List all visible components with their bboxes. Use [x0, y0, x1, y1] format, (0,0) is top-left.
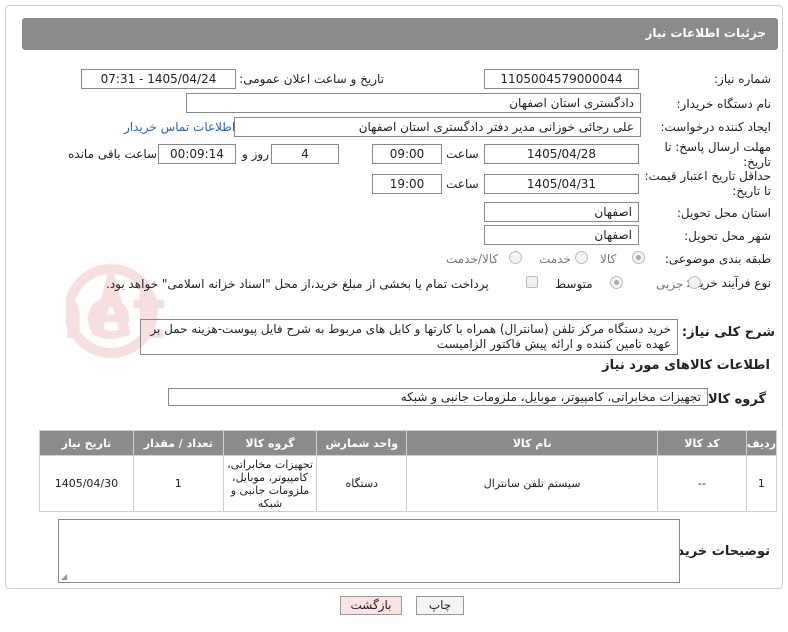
cell-row: 1: [745, 455, 778, 512]
buyer-contact-link[interactable]: اطلاعات تماس خریدار: [124, 120, 235, 134]
province-label: استان محل تحویل:: [676, 206, 771, 220]
category-option-goods: کالا: [600, 252, 617, 266]
price-validity-label-1: حداقل تاریخ اعتبار قیمت:: [644, 169, 771, 183]
process-radio-medium[interactable]: [610, 276, 623, 289]
col-row: ردیف: [745, 430, 778, 456]
deadline-label-1: مهلت ارسال پاسخ: تا: [664, 140, 771, 154]
goods-group-label: گروه کالا:: [702, 392, 766, 407]
creator-field[interactable]: علی رجائی خوزانی مدیر دفتر دادگستری استا…: [234, 117, 641, 137]
cell-group-line: کامپیوتر، موبایل،: [232, 470, 308, 484]
table-header-row: ردیف کد کالا نام کالا واحد شمارش گروه کا…: [39, 430, 778, 456]
cell-date: 1405/04/30: [39, 455, 134, 512]
col-qty: تعداد / مقدار: [132, 430, 224, 456]
announce-field[interactable]: 1405/04/24 - 07:31: [81, 69, 236, 89]
province-field[interactable]: اصفهان: [484, 202, 639, 222]
category-option-service: خدمت: [539, 252, 571, 266]
back-button[interactable]: بازگشت: [340, 596, 402, 615]
price-validity-label-2: تا تاریخ:: [732, 184, 771, 198]
buyer-org-label: نام دستگاه خریدار:: [676, 97, 772, 111]
process-option-medium: متوسط: [555, 277, 593, 291]
payment-checkbox[interactable]: [526, 276, 538, 288]
print-button[interactable]: چاپ: [416, 596, 464, 615]
buyer-org-field[interactable]: دادگستری استان اصفهان: [186, 93, 641, 113]
general-desc-field[interactable]: خرید دستگاه مرکز تلفن (سانترال) همراه با…: [140, 319, 678, 355]
details-panel: AriaTender.net جزئیات اطلاعات نیاز شماره…: [5, 5, 783, 589]
category-radio-goods[interactable]: [632, 251, 645, 264]
process-option-minor: جزیی: [656, 277, 684, 291]
cell-name: سیستم تلفن سانترال: [406, 455, 659, 512]
goods-table: ردیف کد کالا نام کالا واحد شمارش گروه کا…: [39, 430, 778, 512]
cell-group-line: ملزومات جانبی و: [230, 483, 310, 497]
col-date: تاریخ نیاز: [39, 430, 134, 456]
category-radio-both[interactable]: [509, 251, 522, 264]
category-radio-service[interactable]: [575, 251, 588, 264]
price-time-field[interactable]: 19:00: [372, 174, 442, 194]
price-time-label: ساعت: [446, 177, 479, 191]
remaining-time-field[interactable]: 00:09:14: [158, 144, 236, 164]
deadline-label-2: تاریخ:: [743, 155, 771, 169]
resize-handle-icon[interactable]: ◢: [61, 572, 67, 581]
goods-info-title: اطلاعات کالاهای مورد نیاز: [602, 358, 770, 373]
cell-qty: 1: [132, 455, 224, 512]
announce-label: تاریخ و ساعت اعلان عمومی:: [239, 72, 384, 86]
category-option-both: کالا/خدمت: [446, 252, 499, 266]
cell-code: --: [657, 455, 747, 512]
creator-label: ایجاد کننده درخواست:: [660, 120, 771, 134]
deadline-time-label: ساعت: [446, 147, 479, 161]
price-date-field[interactable]: 1405/04/31: [484, 174, 639, 194]
page-title: جزئیات اطلاعات نیاز: [645, 26, 766, 40]
process-radio-minor[interactable]: [688, 276, 701, 289]
need-number-label: شماره نیاز:: [714, 72, 771, 86]
payment-note: پرداخت تمام یا بخشی از مبلغ خرید،از محل …: [106, 277, 489, 291]
table-row[interactable]: 1 -- سیستم تلفن سانترال دستگاه تجهیزات م…: [39, 455, 778, 512]
header-bar: جزئیات اطلاعات نیاز: [22, 18, 778, 50]
col-group: گروه کالا: [222, 430, 318, 456]
cell-unit: دستگاه: [316, 455, 408, 512]
cell-group: تجهیزات مخابراتی، کامپیوتر، موبایل، ملزو…: [222, 455, 318, 512]
days-label: روز و: [242, 147, 269, 161]
cell-group-line: تجهیزات مخابراتی،: [227, 457, 313, 471]
col-code: کد کالا: [657, 430, 747, 456]
goods-group-field[interactable]: تجهیزات مخابراتی، کامپیوتر، موبایل، ملزو…: [168, 388, 708, 406]
general-desc-label: شرح کلی نیاز:: [681, 325, 775, 340]
deadline-date-field[interactable]: 1405/04/28: [484, 144, 639, 164]
category-label: طبقه بندی موضوعی:: [664, 252, 771, 266]
deadline-time-field[interactable]: 09:00: [372, 144, 442, 164]
col-name: نام کالا: [406, 430, 659, 456]
need-number-field[interactable]: 1105004579000044: [484, 69, 639, 89]
buyer-notes-field[interactable]: ◢: [58, 519, 680, 583]
city-label: شهر محل تحویل:: [684, 229, 771, 243]
city-field[interactable]: اصفهان: [484, 225, 639, 245]
col-unit: واحد شمارش: [316, 430, 408, 456]
cell-group-line: شبکه: [257, 496, 283, 510]
days-field[interactable]: 4: [271, 144, 339, 164]
remaining-label: ساعت باقی مانده: [68, 147, 158, 161]
